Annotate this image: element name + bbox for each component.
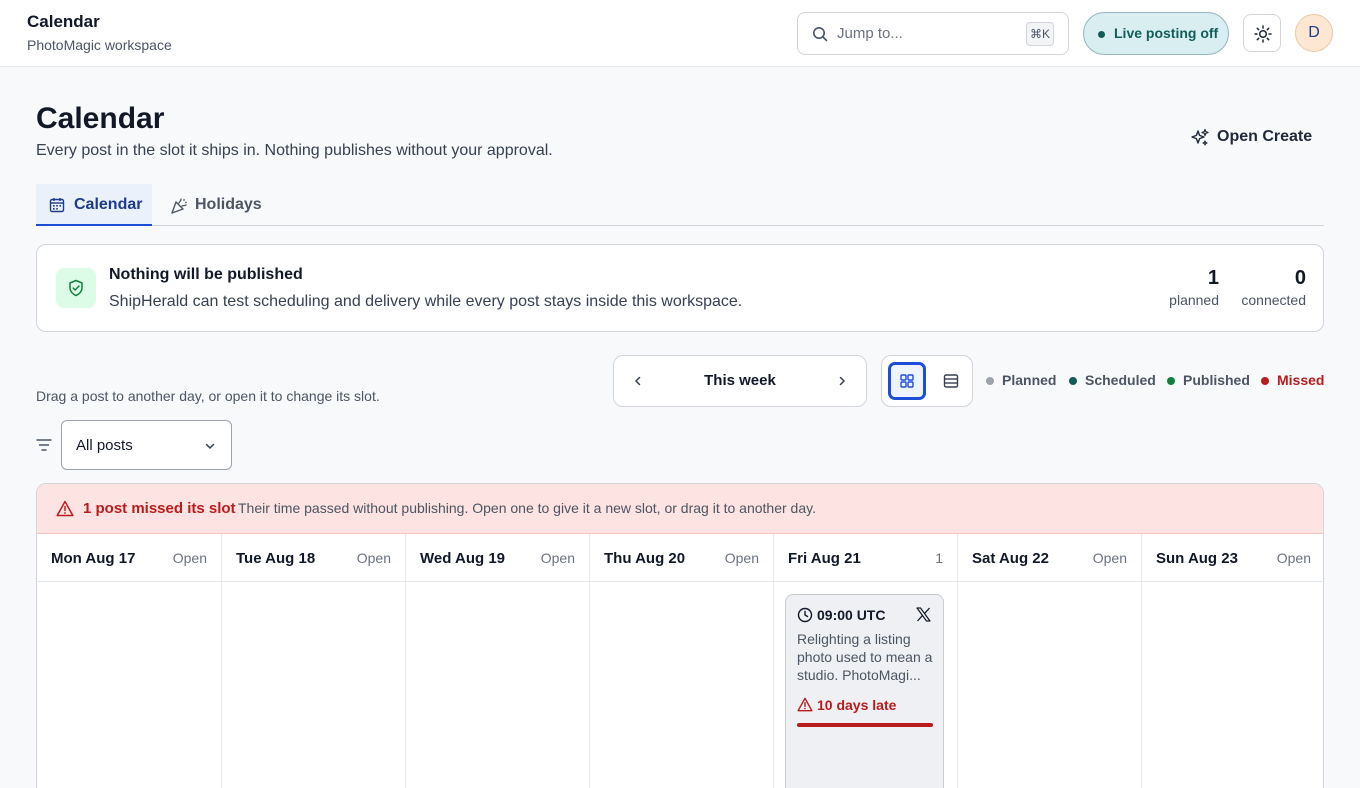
late-progress-fill bbox=[797, 723, 933, 727]
legend-dot bbox=[1167, 377, 1175, 385]
day-cell-sun[interactable] bbox=[1141, 582, 1323, 788]
legend-label: Planned bbox=[1002, 372, 1057, 388]
top-bar: Calendar PhotoMagic workspace Jump to...… bbox=[0, 0, 1360, 67]
post-card[interactable]: 09:00 UTC Relighting a listing photo use… bbox=[785, 594, 944, 788]
search-placeholder: Jump to... bbox=[837, 25, 903, 42]
day-name: Fri Aug 21 bbox=[788, 550, 861, 567]
day-name: Sat Aug 22 bbox=[972, 550, 1049, 567]
day-name: Mon Aug 17 bbox=[51, 550, 136, 567]
day-status: Open bbox=[724, 550, 759, 566]
day-name: Thu Aug 20 bbox=[604, 550, 686, 567]
clock-icon bbox=[797, 607, 813, 623]
connected-count: 0 bbox=[1294, 267, 1306, 289]
x-logo-icon bbox=[916, 607, 931, 622]
week-navigator: This week bbox=[613, 355, 867, 407]
next-week-button[interactable] bbox=[836, 375, 848, 387]
legend-dot bbox=[1261, 377, 1269, 385]
day-name: Sun Aug 23 bbox=[1156, 550, 1238, 567]
day-header-fri[interactable]: Fri Aug 21 1 bbox=[773, 534, 957, 582]
day-cell-mon[interactable] bbox=[37, 582, 221, 788]
theme-toggle-button[interactable] bbox=[1243, 14, 1281, 52]
missed-description: Their time passed without publishing. Op… bbox=[238, 500, 816, 516]
tab-holidays[interactable]: Holidays bbox=[160, 184, 270, 226]
day-name: Tue Aug 18 bbox=[236, 550, 316, 567]
grid-view-button[interactable] bbox=[888, 362, 926, 400]
legend-label: Scheduled bbox=[1085, 372, 1156, 388]
day-header-mon[interactable]: Mon Aug 17 Open bbox=[37, 534, 221, 582]
post-filter-select[interactable]: All posts bbox=[61, 420, 232, 470]
live-posting-toggle[interactable]: Live posting off bbox=[1083, 12, 1229, 55]
day-status: Open bbox=[540, 550, 575, 566]
warning-icon bbox=[797, 697, 813, 712]
day-cell-tue[interactable] bbox=[221, 582, 405, 788]
page-subtitle: Every post in the slot it ships in. Noth… bbox=[36, 142, 553, 159]
day-cell-thu[interactable] bbox=[589, 582, 773, 788]
live-status-dot bbox=[1098, 31, 1105, 38]
open-create-label: Open Create bbox=[1217, 128, 1313, 145]
tab-label: Calendar bbox=[74, 196, 143, 213]
day-header-wed[interactable]: Wed Aug 19 Open bbox=[405, 534, 589, 582]
view-toggle bbox=[881, 355, 973, 407]
day-status: 1 bbox=[935, 550, 943, 566]
grid-icon bbox=[900, 374, 914, 388]
late-progress-bar bbox=[797, 723, 933, 727]
week-label[interactable]: This week bbox=[614, 372, 866, 389]
day-status: Open bbox=[356, 550, 391, 566]
missed-alert: 1 post missed its slot Their time passed… bbox=[37, 484, 1323, 534]
calendar-icon bbox=[49, 198, 65, 213]
chevron-right-icon bbox=[839, 376, 845, 386]
day-status: Open bbox=[1276, 550, 1311, 566]
jump-to-search[interactable]: Jump to... ⌘K bbox=[797, 12, 1069, 55]
legend-dot bbox=[1069, 377, 1077, 385]
planned-stat: 1 planned bbox=[1169, 267, 1219, 308]
banner-title: Nothing will be published bbox=[109, 266, 303, 283]
sparkles-icon bbox=[1191, 128, 1209, 146]
filter-icon bbox=[36, 437, 52, 453]
tab-label: Holidays bbox=[195, 196, 262, 213]
shield-check-icon bbox=[69, 279, 83, 297]
day-headers: Mon Aug 17 Open Tue Aug 18 Open Wed Aug 19… bbox=[37, 534, 1323, 582]
missed-title: 1 post missed its slot bbox=[83, 500, 236, 517]
workspace-name: PhotoMagic workspace bbox=[27, 37, 172, 53]
user-avatar[interactable]: D bbox=[1295, 14, 1333, 52]
late-label: 10 days late bbox=[817, 697, 897, 713]
day-status: Open bbox=[1092, 550, 1127, 566]
legend-label: Published bbox=[1183, 372, 1250, 388]
warning-icon bbox=[56, 500, 74, 517]
legend-dot bbox=[986, 377, 994, 385]
planned-label: planned bbox=[1169, 292, 1219, 308]
post-preview-text: Relighting a listing photo used to mean … bbox=[797, 631, 933, 683]
app-title: Calendar bbox=[27, 12, 100, 31]
banner-description: ShipHerald can test scheduling and deliv… bbox=[109, 293, 743, 310]
chevron-down-icon bbox=[205, 443, 215, 449]
day-header-tue[interactable]: Tue Aug 18 Open bbox=[221, 534, 405, 582]
page-title: Calendar bbox=[36, 102, 165, 135]
filter-value: All posts bbox=[76, 437, 133, 454]
drag-hint: Drag a post to another day, or open it t… bbox=[36, 388, 380, 404]
day-header-sat[interactable]: Sat Aug 22 Open bbox=[957, 534, 1141, 582]
planned-count: 1 bbox=[1207, 267, 1219, 289]
shortcut-badge: ⌘K bbox=[1026, 22, 1054, 46]
sun-icon bbox=[1254, 25, 1272, 43]
day-cell-sat[interactable] bbox=[957, 582, 1141, 788]
list-view-button[interactable] bbox=[936, 362, 968, 400]
week-calendar: 1 post missed its slot Their time passed… bbox=[36, 483, 1324, 788]
day-status: Open bbox=[172, 550, 207, 566]
list-icon bbox=[943, 374, 959, 388]
party-popper-icon bbox=[171, 198, 187, 214]
day-header-sun[interactable]: Sun Aug 23 Open bbox=[1141, 534, 1323, 582]
connected-label: connected bbox=[1241, 292, 1306, 308]
shield-badge bbox=[56, 268, 96, 308]
day-cell-wed[interactable] bbox=[405, 582, 589, 788]
post-time: 09:00 UTC bbox=[817, 607, 886, 623]
connected-stat: 0 connected bbox=[1241, 267, 1306, 308]
live-posting-label: Live posting off bbox=[1114, 25, 1219, 41]
open-create-button[interactable]: Open Create bbox=[1180, 120, 1314, 154]
safe-mode-banner: Nothing will be published ShipHerald can… bbox=[36, 244, 1324, 332]
legend-label: Missed bbox=[1277, 372, 1325, 388]
search-icon bbox=[812, 26, 828, 42]
day-name: Wed Aug 19 bbox=[420, 550, 506, 567]
day-header-thu[interactable]: Thu Aug 20 Open bbox=[589, 534, 773, 582]
tab-calendar[interactable]: Calendar bbox=[36, 184, 152, 226]
